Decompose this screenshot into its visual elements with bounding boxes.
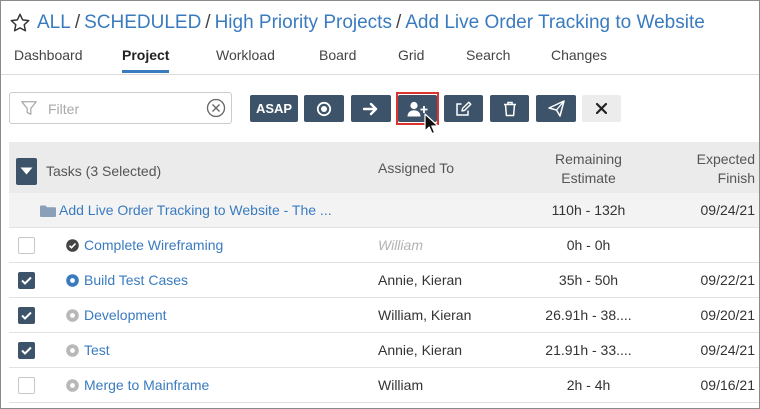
table-row[interactable]: Merge to Mainframe William 2h - 4h 09/16…: [9, 368, 759, 403]
tab-changes[interactable]: Changes: [551, 47, 607, 73]
row-checkbox[interactable]: [18, 377, 35, 394]
group-name[interactable]: Add Live Order Tracking to Website - The…: [59, 193, 332, 227]
header-estimate-line2: Estimate: [561, 170, 616, 186]
task-assigned: William: [378, 377, 424, 393]
task-estimate: 21.91h - 33....: [545, 342, 632, 358]
task-name[interactable]: Test: [84, 333, 110, 367]
asap-button[interactable]: ASAP: [250, 95, 298, 122]
header-estimate-line1: Remaining: [555, 151, 622, 167]
folder-icon: [40, 205, 56, 217]
table-row[interactable]: Test Annie, Kieran 21.91h - 33.... 09/24…: [9, 333, 759, 368]
header-remaining-estimate[interactable]: Remaining Estimate: [521, 150, 656, 188]
group-estimate: 110h - 132h: [551, 202, 626, 218]
task-estimate: 35h - 50h: [558, 272, 619, 288]
app-window: ALL / SCHEDULED / High Priority Projects…: [0, 0, 760, 409]
checkmark-icon: [21, 311, 32, 320]
arrow-right-icon: [363, 102, 378, 115]
move-button[interactable]: [351, 95, 391, 122]
table-row[interactable]: Build Test Cases Annie, Kieran 35h - 50h…: [9, 263, 759, 298]
header-assigned-to[interactable]: Assigned To: [378, 160, 454, 176]
record-icon: [316, 101, 332, 116]
checkmark-icon: [21, 346, 32, 355]
breadcrumb-current-project[interactable]: Add Live Order Tracking to Website: [405, 12, 705, 34]
in-progress-icon: [66, 274, 79, 287]
filter-input[interactable]: [48, 99, 198, 119]
task-finish: 09/20/21: [700, 307, 756, 323]
task-name[interactable]: Build Test Cases: [84, 263, 188, 297]
edit-button[interactable]: [444, 95, 483, 122]
breadcrumb-separator: /: [205, 12, 211, 33]
task-finish: [683, 228, 759, 262]
tab-project[interactable]: Project: [122, 47, 170, 73]
pending-status-icon: [66, 309, 79, 322]
tab-board[interactable]: Board: [319, 47, 356, 73]
task-estimate: 26.91h - 38....: [545, 307, 632, 323]
table-row[interactable]: Development William, Kieran 26.91h - 38.…: [9, 298, 759, 333]
task-finish: 09/16/21: [700, 377, 756, 393]
clear-filter-icon[interactable]: [206, 98, 226, 118]
row-checkbox[interactable]: [18, 342, 35, 359]
header-finish-line1: Expected: [696, 151, 755, 167]
group-finish: 09/24/21: [700, 202, 756, 218]
paper-plane-icon: [547, 100, 565, 117]
caret-down-icon: [20, 167, 33, 175]
tab-workload[interactable]: Workload: [216, 47, 275, 73]
pending-status-icon: [66, 344, 79, 357]
completed-check-icon: [66, 239, 79, 252]
pending-status-icon: [66, 379, 79, 392]
edit-icon: [456, 101, 472, 116]
close-icon: [596, 103, 607, 114]
delete-button[interactable]: [490, 95, 529, 122]
table-header: Tasks (3 Selected) Assigned To Remaining…: [9, 142, 759, 193]
task-estimate: 2h - 4h: [566, 377, 611, 393]
breadcrumb-all[interactable]: ALL: [37, 12, 71, 34]
breadcrumb: ALL / SCHEDULED / High Priority Projects…: [9, 9, 705, 37]
checkmark-icon: [21, 276, 32, 285]
mouse-cursor-icon: [424, 113, 439, 135]
header-tasks[interactable]: Tasks (3 Selected): [46, 163, 161, 179]
collapse-all-button[interactable]: [16, 158, 37, 185]
tab-grid[interactable]: Grid: [398, 47, 424, 73]
breadcrumb-scheduled[interactable]: SCHEDULED: [84, 12, 201, 34]
header-expected-finish[interactable]: Expected Finish: [669, 150, 755, 188]
task-name[interactable]: Development: [84, 298, 167, 332]
filter-icon: [21, 101, 37, 115]
tab-search[interactable]: Search: [466, 47, 510, 73]
row-checkbox[interactable]: [18, 307, 35, 324]
breadcrumb-high-priority-projects[interactable]: High Priority Projects: [215, 12, 392, 34]
row-checkbox[interactable]: [18, 237, 35, 254]
task-assigned: William: [378, 237, 423, 253]
task-assigned: William, Kieran: [378, 307, 472, 323]
row-checkbox[interactable]: [18, 272, 35, 289]
task-assigned: Annie, Kieran: [378, 272, 463, 288]
task-estimate: 0h - 0h: [566, 237, 611, 253]
priority-button[interactable]: [304, 95, 344, 122]
task-assigned: Annie, Kieran: [378, 342, 463, 358]
task-finish: 09/22/21: [700, 272, 756, 288]
project-group-row[interactable]: Add Live Order Tracking to Website - The…: [9, 193, 759, 228]
tab-dashboard[interactable]: Dashboard: [14, 47, 83, 73]
tab-bar: Dashboard Project Workload Board Grid Se…: [1, 45, 759, 75]
table-row[interactable]: Complete Wireframing William 0h - 0h: [9, 228, 759, 263]
task-name[interactable]: Complete Wireframing: [84, 228, 223, 262]
close-button[interactable]: [582, 95, 621, 122]
send-button[interactable]: [536, 95, 576, 122]
breadcrumb-separator: /: [74, 12, 81, 33]
star-icon[interactable]: [9, 12, 31, 34]
task-name[interactable]: Merge to Mainframe: [84, 368, 209, 402]
trash-icon: [503, 101, 516, 116]
breadcrumb-separator: /: [395, 12, 402, 33]
filter-box: [9, 92, 232, 124]
header-finish-line2: Finish: [717, 170, 755, 186]
task-finish: 09/24/21: [700, 342, 756, 358]
